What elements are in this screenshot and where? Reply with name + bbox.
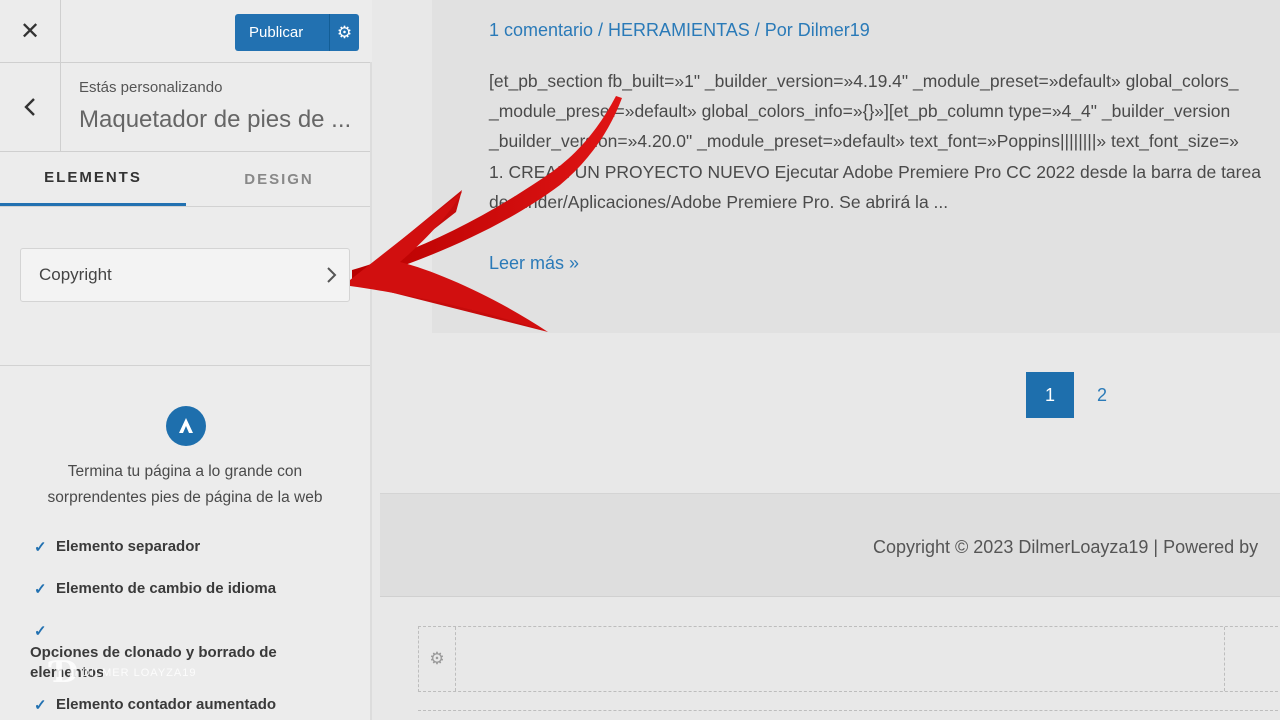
astra-logo-icon [166,406,206,446]
footer-builder-row[interactable]: ⚙ [418,626,1280,692]
feature-item: ✓ Elemento de cambio de idioma [34,580,276,598]
excerpt-line: de Finder/Aplicaciones/Adobe Premiere Pr… [489,192,949,212]
tabs: ELEMENTS DESIGN [0,152,372,207]
check-icon: ✓ [34,697,47,714]
tab-design[interactable]: DESIGN [186,152,372,206]
publish-settings-gear-icon[interactable]: ⚙ [330,23,359,43]
customizer-sidebar: ✕ Publicar ⚙ Estás personalizando Maquet… [0,0,372,720]
close-button[interactable]: ✕ [0,0,61,62]
excerpt-line: 1. CREAR UN PROYECTO NUEVO Ejecutar Adob… [489,162,1261,182]
page-link[interactable]: 2 [1086,372,1118,418]
chevron-left-icon [24,97,35,116]
check-icon: ✓ [34,539,47,556]
promo-text: Termina tu página a lo grande con sorpre… [47,463,323,506]
post-card: 1 comentario / HERRAMIENTAS / Por Dilmer… [432,0,1280,333]
publish-button[interactable]: Publicar [235,24,329,41]
customizing-label: Estás personalizando [79,79,223,96]
excerpt-line: _module_preset=»default» global_colors_i… [489,101,1231,121]
check-icon: ✓ [34,623,47,640]
page-link-current[interactable]: 1 [1026,372,1074,418]
check-icon: ✓ [34,581,47,598]
customizer-header: ✕ Publicar ⚙ [0,0,372,63]
footer-builder-row[interactable] [418,710,1280,720]
back-button[interactable] [0,62,61,151]
feature-label: Elemento separador [56,538,201,555]
feature-item: ✓ [34,622,56,640]
tab-elements[interactable]: ELEMENTS [0,152,186,206]
site-footer: Copyright © 2023 DilmerLoayza19 | Powere… [380,493,1280,597]
read-more-link[interactable]: Leer más » [489,253,579,274]
feature-item: ✓ Elemento contador aumentado [34,696,276,714]
footer-copyright-text: Copyright © 2023 DilmerLoayza19 | Powere… [873,537,1259,557]
row-settings-gear-icon[interactable]: ⚙ [419,627,456,691]
sidebar-scrollbar[interactable] [370,62,372,720]
feature-label: Elemento de cambio de idioma [56,580,277,597]
excerpt-line: [et_pb_section fb_built=»1" _builder_ver… [489,71,1239,91]
copyright-element-item[interactable]: Copyright [20,248,350,302]
watermark-logo: Ɗ DILMER LOAYZA19 [52,655,196,690]
watermark-mark-icon: Ɗ [52,655,79,690]
copyright-element-label: Copyright [39,265,112,284]
close-icon: ✕ [19,17,41,45]
column-divider [1224,627,1226,691]
customizer-info-panel: Estás personalizando Maquetador de pies … [0,62,372,152]
feature-item: ✓ Elemento separador [34,538,200,556]
post-meta[interactable]: 1 comentario / HERRAMIENTAS / Por Dilmer… [489,20,870,41]
section-title: Maquetador de pies de ... [79,106,352,133]
chevron-right-icon [313,266,349,284]
excerpt-line: _builder_version=»4.20.0" _module_preset… [489,131,1239,151]
publish-button-group: Publicar ⚙ [235,14,359,51]
site-preview: 1 comentario / HERRAMIENTAS / Por Dilmer… [380,0,1280,720]
watermark-text: DILMER LOAYZA19 [82,666,197,679]
feature-label: Elemento contador aumentado [56,696,277,713]
